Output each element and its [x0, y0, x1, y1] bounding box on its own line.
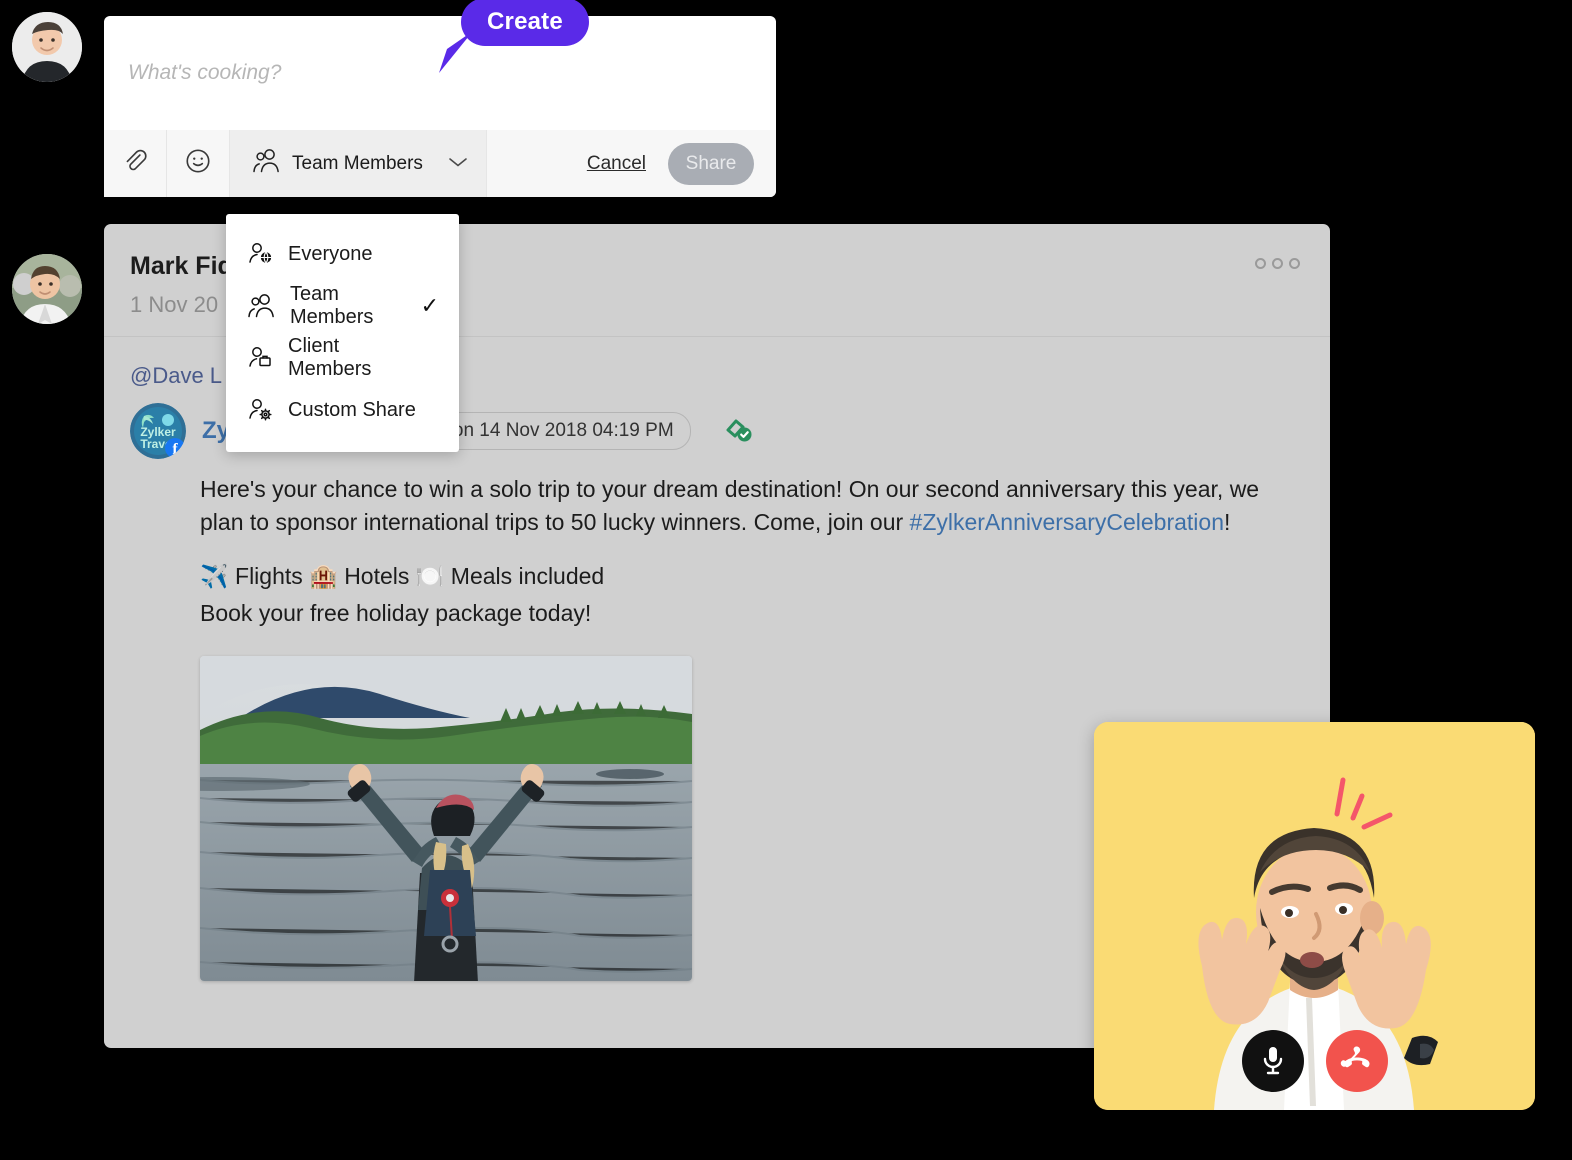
composer-toolbar: Team Members Cancel Share — [104, 130, 776, 197]
create-tooltip: Create — [461, 0, 589, 46]
dropdown-item-client-members[interactable]: Client Members — [226, 332, 459, 384]
audience-label: Team Members — [292, 152, 423, 174]
team-members-icon — [246, 292, 276, 320]
end-call-button[interactable] — [1325, 1030, 1388, 1092]
social-perks-line: ✈️ Flights 🏨 Hotels 🍽️ Meals included — [200, 563, 605, 590]
share-button[interactable]: Share — [668, 142, 754, 185]
app-canvas: Team Members Cancel Share Create Mark Fi… — [0, 0, 1572, 1160]
audience-selector[interactable]: Team Members — [230, 130, 487, 197]
mic-button[interactable] — [1241, 1030, 1304, 1092]
mention-link[interactable]: @Dave L — [130, 363, 222, 388]
emoji-button[interactable] — [167, 130, 230, 197]
team-members-icon — [251, 147, 281, 180]
social-cta-line: Book your free holiday package today! — [200, 599, 592, 626]
person-gear-icon — [246, 396, 274, 424]
dropdown-item-label: Custom Share — [288, 398, 416, 421]
composer-actions: Cancel Share — [587, 130, 776, 197]
dropdown-item-custom-share[interactable]: Custom Share — [226, 384, 459, 436]
paperclip-icon — [122, 148, 148, 179]
video-call-widget — [1094, 722, 1535, 1110]
post-author-avatar — [12, 254, 82, 324]
dropdown-item-check: ✓ — [420, 293, 439, 318]
more-dot — [1289, 258, 1300, 269]
zylker-travels-logo: Zylker Trave f — [130, 403, 186, 459]
call-controls — [1094, 1030, 1535, 1092]
person-globe-icon — [246, 240, 274, 268]
post-more-options[interactable] — [1255, 258, 1300, 269]
dropdown-item-label: Client Members — [288, 335, 372, 380]
social-post-photo[interactable] — [200, 655, 692, 981]
end-call-icon — [1340, 1043, 1374, 1080]
chevron-down-icon — [448, 155, 468, 173]
svg-text:f: f — [172, 441, 178, 458]
audience-dropdown-menu: Everyone Team Members ✓ Client Members C… — [226, 214, 459, 452]
social-text-tail: ! — [1224, 508, 1231, 535]
dropdown-item-label: Team Members — [290, 283, 374, 328]
dropdown-item-everyone[interactable]: Everyone — [226, 228, 459, 280]
verified-post-icon — [721, 414, 755, 448]
person-briefcase-icon — [246, 344, 274, 372]
cancel-button[interactable]: Cancel — [587, 153, 646, 175]
post-date: 1 Nov 20 — [130, 292, 219, 317]
dropdown-item-team-members[interactable]: Team Members ✓ — [226, 280, 459, 332]
more-dot — [1255, 258, 1266, 269]
smiley-icon — [184, 147, 212, 180]
more-dot — [1272, 258, 1283, 269]
hashtag-link[interactable]: #ZylkerAnniversaryCelebration — [910, 509, 1224, 535]
composer-user-avatar — [12, 12, 82, 82]
microphone-icon — [1260, 1044, 1286, 1079]
social-post-text: Here's your chance to win a solo trip to… — [200, 473, 1278, 538]
dropdown-item-label: Everyone — [288, 242, 373, 265]
attach-button[interactable] — [104, 130, 167, 197]
